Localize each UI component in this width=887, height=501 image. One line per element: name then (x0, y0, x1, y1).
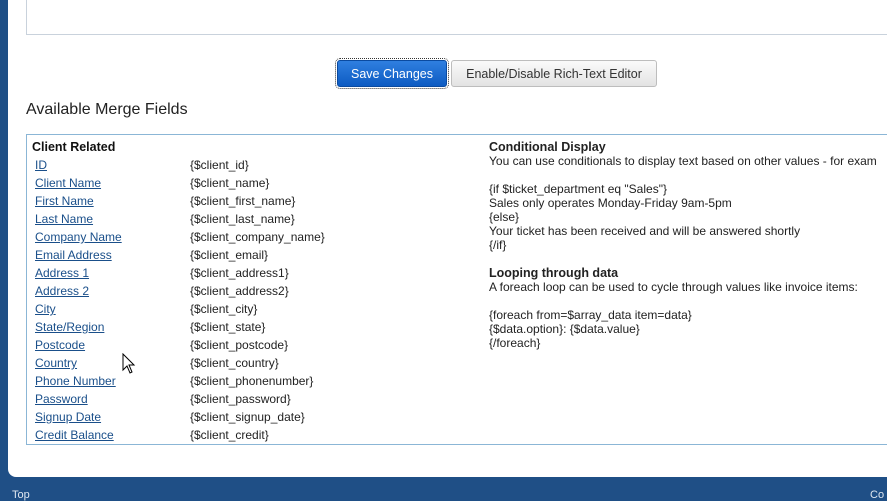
looping-description: A foreach loop can be used to cycle thro… (489, 280, 858, 294)
merge-field-link[interactable]: Country (35, 356, 77, 370)
merge-field-tag: {$client_country} (190, 356, 279, 370)
merge-field-tag: {$client_postcode} (190, 338, 289, 352)
mouse-pointer-icon (122, 353, 136, 374)
conditional-code-line: {if $ticket_department eq "Sales"} (489, 182, 667, 196)
conditional-description: You can use conditionals to display text… (489, 154, 877, 168)
merge-field-link[interactable]: Signup Date (35, 410, 101, 424)
message-editor[interactable] (26, 0, 887, 35)
conditional-code-line: {/if} (489, 238, 507, 252)
merge-field-link[interactable]: ID (35, 158, 47, 172)
merge-field-tag: {$client_credit} (190, 428, 269, 442)
save-changes-button[interactable]: Save Changes (335, 58, 449, 89)
merge-field-tag: {$client_password} (190, 392, 291, 406)
conditional-code-line: {else} (489, 210, 520, 224)
merge-field-tag: {$client_address1} (190, 266, 289, 280)
merge-field-tag: {$client_name} (190, 176, 270, 190)
merge-fields-table: Client Related ID {$client_id} Client Name… (26, 134, 887, 445)
merge-field-tag: {$client_phonenumber} (190, 374, 314, 388)
toggle-rich-text-button[interactable]: Enable/Disable Rich-Text Editor (451, 60, 657, 87)
merge-field-tag: {$client_last_name} (190, 212, 295, 226)
looping-code-line: {/foreach} (489, 336, 541, 350)
merge-field-link[interactable]: City (35, 302, 56, 316)
merge-field-row: Company Name {$client_company_name} (35, 230, 455, 248)
merge-field-tag: {$client_first_name} (190, 194, 296, 208)
merge-field-row: Address 1 {$client_address1} (35, 266, 455, 284)
conditional-title: Conditional Display (489, 140, 606, 154)
merge-field-row: Email Address {$client_email} (35, 248, 455, 266)
merge-field-row: Postcode {$client_postcode} (35, 338, 455, 356)
merge-field-row: Country {$client_country} (35, 356, 455, 374)
merge-field-row: Password {$client_password} (35, 392, 455, 410)
merge-field-tag: {$client_signup_date} (190, 410, 305, 424)
merge-field-tag: {$client_city} (190, 302, 258, 316)
merge-field-link[interactable]: Address 1 (35, 266, 89, 280)
merge-field-row: Credit Balance {$client_credit} (35, 428, 455, 446)
merge-field-tag: {$client_email} (190, 248, 269, 262)
merge-field-tag: {$client_id} (190, 158, 249, 172)
conditional-code-line: Sales only operates Monday-Friday 9am-5p… (489, 196, 732, 210)
footer-bar: Top Co (0, 487, 887, 501)
merge-field-row: State/Region {$client_state} (35, 320, 455, 338)
merge-field-tag: {$client_state} (190, 320, 266, 334)
merge-field-link[interactable]: Postcode (35, 338, 85, 352)
merge-field-row: City {$client_city} (35, 302, 455, 320)
merge-field-link[interactable]: Company Name (35, 230, 122, 244)
merge-field-link[interactable]: State/Region (35, 320, 104, 334)
merge-field-link[interactable]: Last Name (35, 212, 93, 226)
merge-field-link[interactable]: Address 2 (35, 284, 89, 298)
conditional-code-line: Your ticket has been received and will b… (489, 224, 801, 238)
looping-title: Looping through data (489, 266, 619, 280)
merge-field-link[interactable]: Phone Number (35, 374, 116, 388)
merge-field-row: Client Name {$client_name} (35, 176, 455, 194)
client-related-title: Client Related (32, 140, 116, 154)
merge-field-link[interactable]: Password (35, 392, 88, 406)
merge-field-tag: {$client_company_name} (190, 230, 325, 244)
merge-field-row: First Name {$client_first_name} (35, 194, 455, 212)
merge-field-link[interactable]: Credit Balance (35, 428, 114, 442)
footer-right-text: Co (870, 489, 885, 501)
merge-field-row: Address 2 {$client_address2} (35, 284, 455, 302)
merge-field-row: Signup Date {$client_signup_date} (35, 410, 455, 428)
footer-top-link[interactable]: Top (12, 489, 30, 501)
merge-fields-heading: Available Merge Fields (26, 101, 188, 118)
looping-code-line: {foreach from=$array_data item=data} (489, 308, 692, 322)
looping-code-line: {$data.option}: {$data.value} (489, 322, 640, 336)
merge-field-tag: {$client_address2} (190, 284, 289, 298)
merge-field-link[interactable]: Client Name (35, 176, 101, 190)
merge-field-row: ID {$client_id} (35, 158, 455, 176)
merge-field-link[interactable]: Email Address (35, 248, 112, 262)
merge-field-row: Phone Number {$client_phonenumber} (35, 374, 455, 392)
merge-field-link[interactable]: First Name (35, 194, 94, 208)
help-column: Conditional Display You can use conditio… (489, 140, 887, 350)
merge-field-row: Last Name {$client_last_name} (35, 212, 455, 230)
